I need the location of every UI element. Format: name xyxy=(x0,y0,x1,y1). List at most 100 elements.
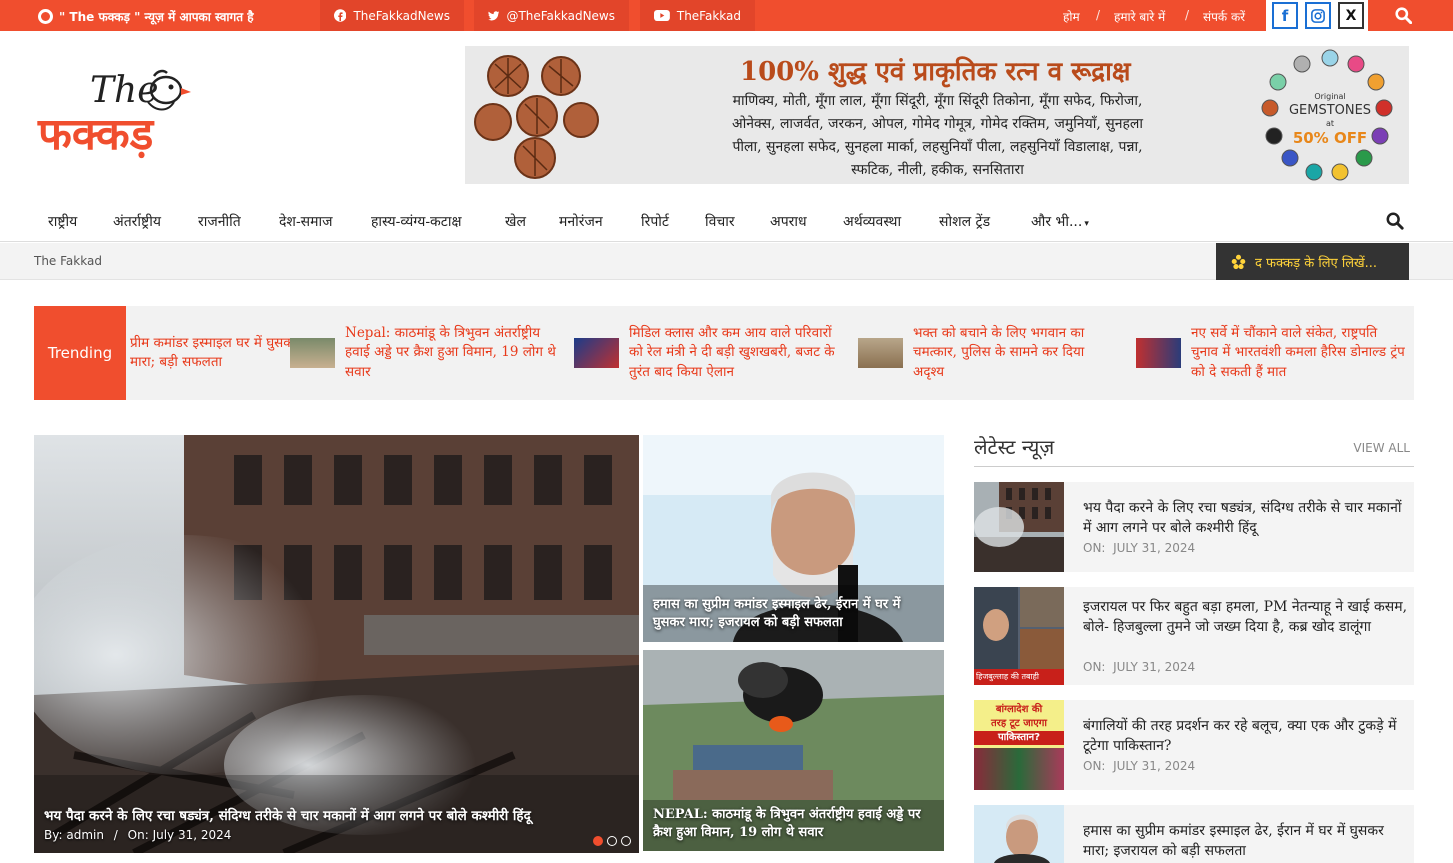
nav-item-sports[interactable]: खेल xyxy=(505,212,526,231)
latest-news-item[interactable]: भय पैदा करने के लिए रचा षड्यंत्र, संदिग्… xyxy=(974,482,1414,572)
advertisement-banner[interactable]: 100% शुद्ध एवं प्राकृतिक रत्न व रूद्राक्… xyxy=(465,46,1409,184)
trending-item[interactable]: भक्त को बचाने के लिए भगवान का चमत्कार, प… xyxy=(858,306,1118,400)
latest-news-item[interactable]: बांग्लादेश की तरह टूट जाएगा पाकिस्तान? ब… xyxy=(974,700,1414,790)
nav-item-politics[interactable]: राजनीति xyxy=(198,212,241,231)
on-label: On: xyxy=(127,828,149,842)
news-date: ON: JULY 31, 2024 xyxy=(1083,660,1195,674)
trending-item-title: नए सर्वे में चौंकाने वाले संकेत, राष्ट्र… xyxy=(1191,324,1405,380)
welcome-text: " The फक्कड़ " न्यूज़ में आपका स्वागत है xyxy=(59,10,254,24)
badge-discount-text: 50% OFF xyxy=(1292,129,1368,147)
trending-ticker: प्रीम कमांडर इस्माइल घर में घुसकर मारा; … xyxy=(34,306,1414,400)
slider-dot[interactable] xyxy=(621,836,631,846)
news-title[interactable]: बंगालियों की तरह प्रदर्शन कर रहे बलूच, क… xyxy=(1083,716,1408,756)
flower-icon xyxy=(1231,254,1246,270)
rudraksha-beads-image xyxy=(473,54,603,179)
featured-main-story[interactable] xyxy=(34,435,639,853)
nav-search-icon[interactable] xyxy=(1386,212,1404,230)
banner-line: स्फटिक, नीली, हकीक, सनसितारा xyxy=(851,162,1024,178)
youtube-link[interactable]: TheFakkad xyxy=(640,0,755,31)
nav-item-social-trend[interactable]: सोशल ट्रेंड xyxy=(939,212,990,231)
search-icon xyxy=(1395,7,1412,24)
instagram-box-link[interactable] xyxy=(1305,2,1331,29)
banner-text: माणिक्य, मोती, मूँगा लाल, मूँगा सिंदूरी,… xyxy=(670,90,1205,182)
trending-item[interactable]: नए सर्वे में चौंकाने वाले संकेत, राष्ट्र… xyxy=(1136,306,1408,400)
facebook-icon xyxy=(334,9,347,22)
nav-item-opinion[interactable]: विचार xyxy=(705,212,735,231)
x-icon: X xyxy=(1345,7,1357,24)
date-value: JULY 31, 2024 xyxy=(1113,759,1196,773)
write-for-us-button[interactable]: द फक्कड़ के लिए लिखें... xyxy=(1216,243,1409,280)
latest-news-item[interactable]: हिजबुल्लाह की तबाही इजरायल पर फिर बहुत ब… xyxy=(974,587,1414,685)
twitter-link[interactable]: @TheFakkadNews xyxy=(474,0,629,31)
trending-thumbnail xyxy=(574,338,619,368)
featured-main-title[interactable]: भय पैदा करने के लिए रचा षड्यंत्र, संदिग्… xyxy=(44,806,634,824)
trending-item-title: Nepal: काठमांडू के त्रिभुवन अंतर्राष्ट्र… xyxy=(345,324,556,380)
nav-item-more[interactable]: और भी... ▾ xyxy=(1031,212,1089,231)
nav-item-society[interactable]: देश-समाज xyxy=(279,212,333,231)
trending-thumbnail xyxy=(858,338,903,368)
banner-line: माणिक्य, मोती, मूँगा लाल, मूँगा सिंदूरी,… xyxy=(732,93,1143,109)
gemstones-badge: Original GEMSTONES at 50% OFF xyxy=(1260,48,1400,183)
breadcrumb[interactable]: The Fakkad xyxy=(34,254,102,268)
nav-item-international[interactable]: अंतर्राष्ट्रीय xyxy=(113,212,161,231)
news-date: ON: JULY 31, 2024 xyxy=(1083,759,1195,773)
author-link[interactable]: admin xyxy=(66,828,104,842)
nav-home-link[interactable]: होम xyxy=(1063,8,1080,25)
nav-item-national[interactable]: राष्ट्रीय xyxy=(48,212,77,231)
youtube-icon xyxy=(654,9,670,22)
nav-item-entertainment[interactable]: मनोरंजन xyxy=(559,212,603,231)
featured-meta: By: admin / On: July 31, 2024 xyxy=(44,828,231,842)
on-label: ON: xyxy=(1083,660,1106,674)
date-value: JULY 31, 2024 xyxy=(1113,541,1196,555)
news-thumbnail: बांग्लादेश की तरह टूट जाएगा पाकिस्तान? xyxy=(974,700,1064,790)
trending-item-title: भक्त को बचाने के लिए भगवान का चमत्कार, प… xyxy=(913,324,1085,380)
slider-dot[interactable] xyxy=(607,836,617,846)
trending-item[interactable]: प्रीम कमांडर इस्माइल घर में घुसकर मारा; … xyxy=(130,306,310,400)
badge-at-text: at xyxy=(1325,119,1335,128)
news-title[interactable]: इजरायल पर फिर बहुत बड़ा हमला, PM नेतन्या… xyxy=(1083,597,1408,637)
date-value: JULY 31, 2024 xyxy=(1113,660,1196,674)
main-navigation: राष्ट्रीय अंतर्राष्ट्रीय राजनीति देश-समा… xyxy=(0,198,1453,242)
featured-side-title-2[interactable]: NEPAL: काठमांडू के त्रिभुवन अंतर्राष्ट्र… xyxy=(653,806,933,842)
write-button-label: द फक्कड़ के लिए लिखें... xyxy=(1255,255,1378,271)
nav-item-report[interactable]: रिपोर्ट xyxy=(641,212,669,231)
latest-news-item[interactable]: हमास का सुप्रीम कमांडर इस्माइल ढेर, ईरान… xyxy=(974,805,1414,863)
logo-main-text: फक्कड़ xyxy=(38,109,154,160)
nav-item-economy[interactable]: अर्थव्यवस्था xyxy=(843,212,901,231)
facebook-box-icon: f xyxy=(1281,6,1289,25)
trending-item-title: प्रीम कमांडर इस्माइल घर में घुसकर मारा; … xyxy=(130,334,300,371)
meta-separator: / xyxy=(113,828,118,842)
slider-dot[interactable] xyxy=(593,836,603,846)
nav-item-crime[interactable]: अपराध xyxy=(770,212,807,231)
facebook-link[interactable]: TheFakkadNews xyxy=(320,0,464,31)
nav-item-satire[interactable]: हास्य-व्यंग्य-कटाक्ष xyxy=(371,212,462,231)
featured-side-title-1[interactable]: हमास का सुप्रीम कमांडर इस्माइल ढेर, ईरान… xyxy=(653,596,933,632)
nav-contact-link[interactable]: संपर्क करें xyxy=(1203,8,1245,25)
publish-date: July 31, 2024 xyxy=(152,828,232,842)
facebook-box-link[interactable]: f xyxy=(1272,2,1298,29)
news-thumbnail xyxy=(974,482,1064,572)
trending-item[interactable]: मिडिल क्लास और कम आय वाले परिवारों को रे… xyxy=(574,306,844,400)
news-title[interactable]: हमास का सुप्रीम कमांडर इस्माइल ढेर, ईरान… xyxy=(1083,821,1408,861)
x-box-link[interactable]: X xyxy=(1338,2,1364,29)
burned-houses-image xyxy=(34,435,639,853)
trending-label: Trending xyxy=(34,306,126,400)
news-title[interactable]: भय पैदा करने के लिए रचा षड्यंत्र, संदिग्… xyxy=(1083,498,1408,538)
banner-line: ओनेक्स, लाजर्वत, जरकन, ओपल, गोमेद गोमूत्… xyxy=(731,116,1144,132)
thumbnail-text: बांग्लादेश की xyxy=(995,704,1043,715)
thumbnail-caption: हिजबुल्लाह की तबाही xyxy=(976,672,1039,681)
view-all-link[interactable]: VIEW ALL xyxy=(1353,441,1410,455)
on-label: ON: xyxy=(1083,759,1106,773)
banner-line: पीला, सुनहला सफेद, सुनहला मार्का, लहसुनि… xyxy=(732,139,1143,155)
by-label: By: xyxy=(44,828,63,842)
trending-thumbnail xyxy=(1136,338,1181,368)
nav-about-link[interactable]: हमारे बारे में xyxy=(1114,8,1165,25)
youtube-label: TheFakkad xyxy=(676,8,741,23)
lifebuoy-icon xyxy=(38,9,53,24)
trending-item[interactable]: Nepal: काठमांडू के त्रिभुवन अंतर्राष्ट्र… xyxy=(290,306,560,400)
site-logo[interactable]: The फक्कड़ xyxy=(38,68,238,168)
latest-news-header: लेटेस्ट न्यूज़ VIEW ALL xyxy=(974,433,1414,467)
welcome-message: " The फक्कड़ " न्यूज़ में आपका स्वागत है xyxy=(38,8,254,25)
top-search-button[interactable] xyxy=(1368,0,1453,31)
latest-news-heading: लेटेस्ट न्यूज़ xyxy=(974,435,1055,459)
